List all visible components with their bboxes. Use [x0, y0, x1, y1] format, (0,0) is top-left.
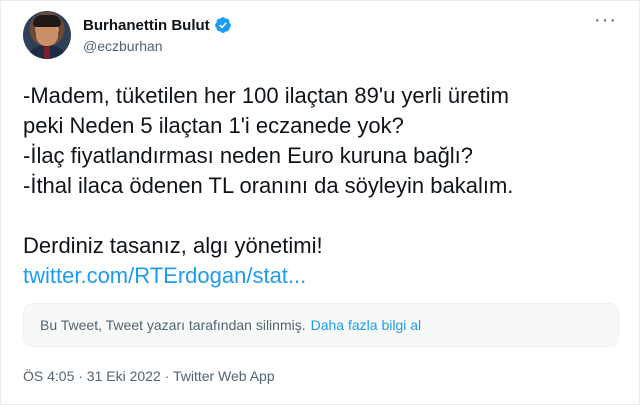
more-options-icon[interactable]: ···	[594, 10, 617, 30]
tweet-line: peki Neden 5 ilaçtan 1'i eczanede yok?	[23, 113, 404, 138]
tweet-line: -İlaç fiyatlandırması neden Euro kuruna …	[23, 143, 474, 168]
tweet-line: -Madem, tüketilen her 100 ilaçtan 89'u y…	[23, 83, 509, 108]
deleted-notice-text: Bu Tweet, Tweet yazarı tarafından silinm…	[40, 317, 306, 333]
deleted-quote-notice: Bu Tweet, Tweet yazarı tarafından silinm…	[23, 303, 619, 347]
tweet-header: Burhanettin Bulut @eczburhan	[23, 11, 232, 59]
handle[interactable]: @eczburhan	[83, 38, 232, 54]
tweet-line: -İthal ilaca ödenen TL oranını da söyley…	[23, 173, 514, 198]
tweet-timestamp[interactable]: ÖS 4:05 · 31 Eki 2022 · Twitter Web App	[23, 368, 275, 384]
tweet-text: -Madem, tüketilen her 100 ilaçtan 89'u y…	[23, 81, 623, 291]
avatar[interactable]	[23, 11, 71, 59]
tweet-closing: Derdiniz tasanız, algı yönetimi!	[23, 233, 323, 258]
display-name[interactable]: Burhanettin Bulut	[83, 17, 210, 34]
tweet-link[interactable]: twitter.com/RTErdogan/stat...	[23, 261, 623, 291]
tweet-card: Burhanettin Bulut @eczburhan ··· -Madem,…	[0, 0, 640, 405]
verified-badge-icon	[214, 17, 231, 33]
learn-more-link[interactable]: Daha fazla bilgi al	[311, 317, 422, 333]
author-info: Burhanettin Bulut @eczburhan	[83, 16, 232, 54]
